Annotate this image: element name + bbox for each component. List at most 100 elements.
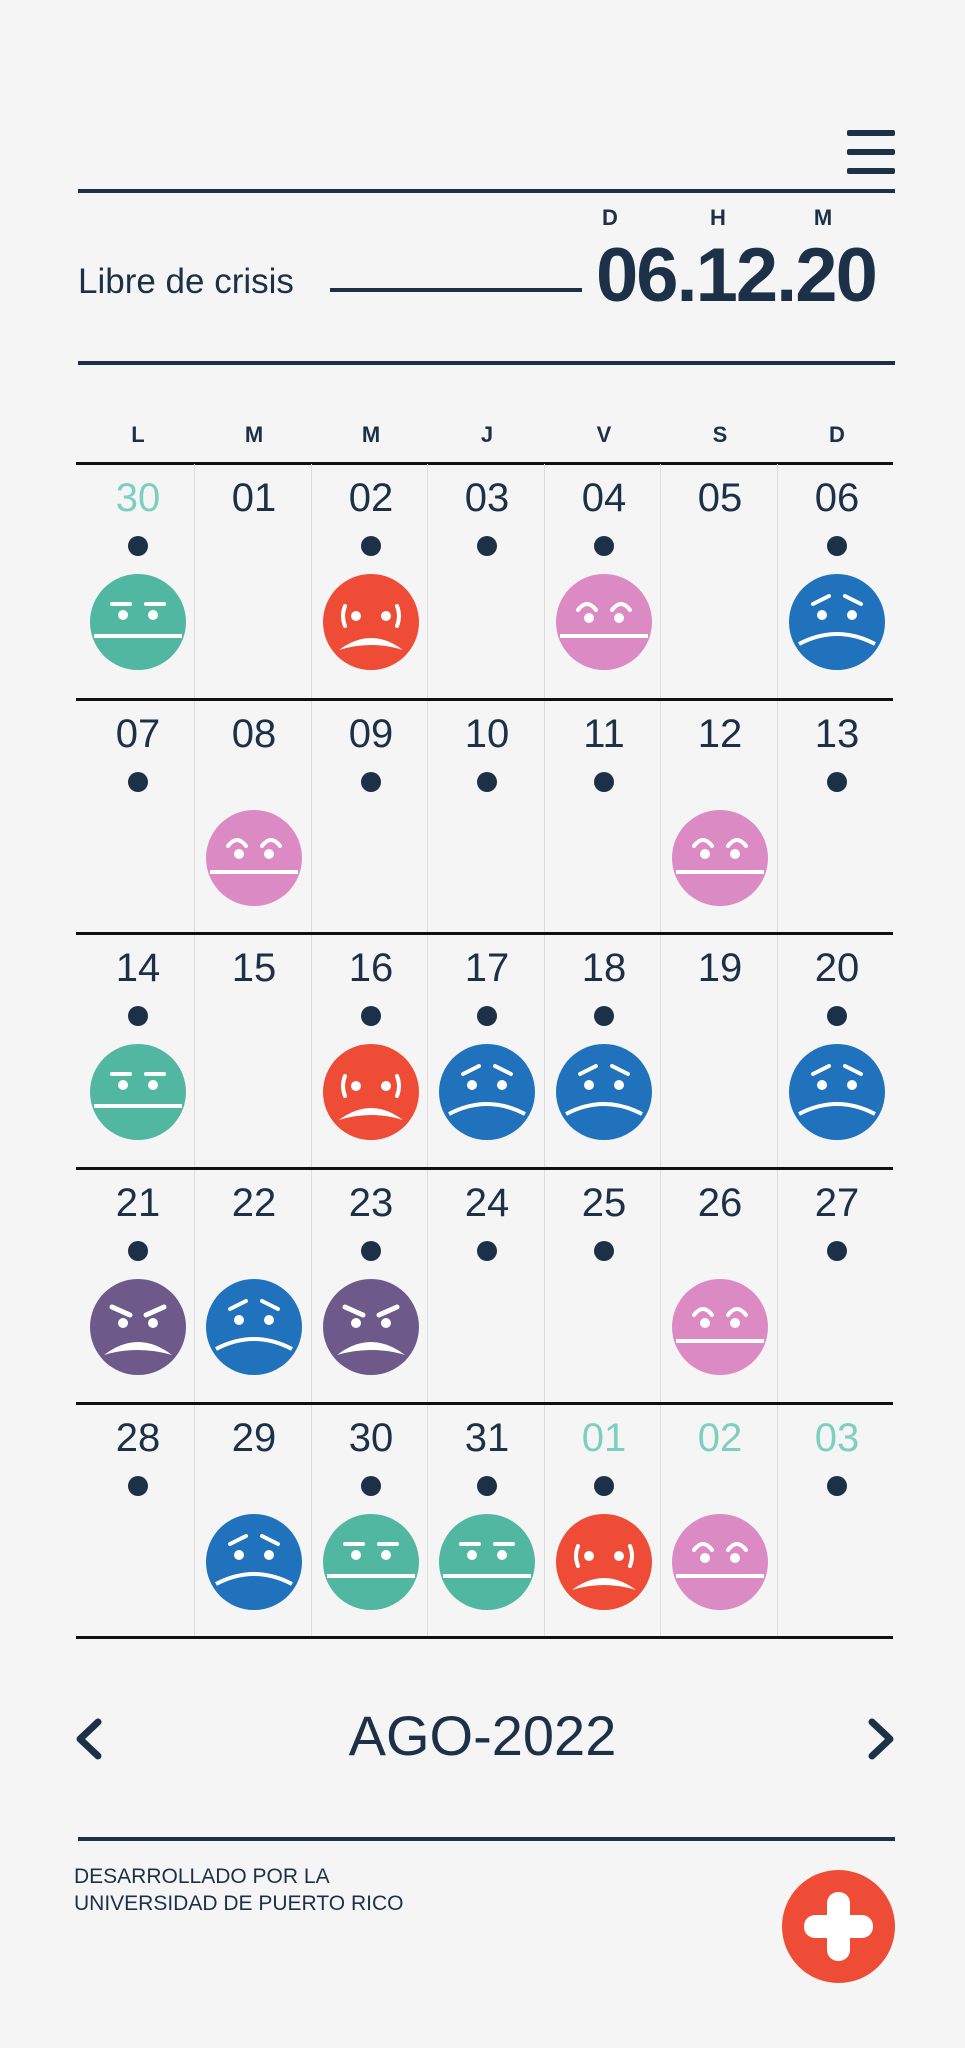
event-dot xyxy=(827,1006,847,1026)
calendar-day[interactable]: 05 xyxy=(662,478,778,518)
happy-face-icon[interactable] xyxy=(672,810,768,906)
calendar-day[interactable]: 13 xyxy=(779,714,895,754)
add-entry-button[interactable] xyxy=(782,1870,895,1983)
event-dot xyxy=(477,1476,497,1496)
calendar-day[interactable]: 02 xyxy=(313,478,429,518)
calendar-day[interactable]: 12 xyxy=(662,714,778,754)
sad-face-icon[interactable] xyxy=(439,1044,535,1140)
anxious-face-icon[interactable] xyxy=(323,574,419,670)
weekday-label: L xyxy=(131,422,145,447)
calendar-day[interactable]: 06 xyxy=(779,478,895,518)
hamburger-menu-icon[interactable] xyxy=(847,130,895,176)
event-dot xyxy=(361,1241,381,1261)
chevron-right-icon[interactable] xyxy=(860,1714,900,1764)
calendar-day[interactable]: 02 xyxy=(662,1418,778,1458)
event-dot xyxy=(477,1241,497,1261)
menu-bar xyxy=(847,130,895,136)
sad-face-icon[interactable] xyxy=(206,1514,302,1610)
happy-face-icon[interactable] xyxy=(672,1279,768,1375)
chevron-left-icon[interactable] xyxy=(70,1714,110,1764)
calendar-day[interactable]: 08 xyxy=(196,714,312,754)
sad-face-icon[interactable] xyxy=(206,1279,302,1375)
weekday-label: V xyxy=(596,422,612,447)
event-dot xyxy=(128,1241,148,1261)
calendar-day[interactable]: 17 xyxy=(429,948,545,988)
calendar-day[interactable]: 29 xyxy=(196,1418,312,1458)
grid-top-line xyxy=(76,462,893,465)
calendar-day[interactable]: 10 xyxy=(429,714,545,754)
event-dot xyxy=(594,1241,614,1261)
calendar-day[interactable]: 31 xyxy=(429,1418,545,1458)
event-dot xyxy=(361,1476,381,1496)
event-dot xyxy=(827,772,847,792)
event-dot xyxy=(827,1241,847,1261)
weekday-label: D xyxy=(829,422,845,447)
calendar-day[interactable]: 30 xyxy=(313,1418,429,1458)
calendar-day[interactable]: 11 xyxy=(546,714,662,754)
calendar-day[interactable]: 01 xyxy=(196,478,312,518)
calendar-day[interactable]: 23 xyxy=(313,1183,429,1223)
sad-face-icon[interactable] xyxy=(789,574,885,670)
developer-credit: DESARROLLADO POR LA UNIVERSIDAD DE PUERT… xyxy=(74,1863,403,1917)
grid-column-divider xyxy=(427,464,428,1636)
event-dot xyxy=(128,1006,148,1026)
calendar-day[interactable]: 16 xyxy=(313,948,429,988)
event-dot xyxy=(594,1006,614,1026)
happy-face-icon[interactable] xyxy=(672,1514,768,1610)
calendar-day[interactable]: 26 xyxy=(662,1183,778,1223)
grid-row-divider xyxy=(76,1167,893,1170)
header-divider xyxy=(78,189,895,193)
calendar-day[interactable]: 21 xyxy=(80,1183,196,1223)
grid-row-divider xyxy=(76,932,893,935)
anxious-face-icon[interactable] xyxy=(323,1044,419,1140)
weekday-label: M xyxy=(361,422,381,447)
credit-line: DESARROLLADO POR LA xyxy=(74,1865,330,1888)
grid-column-divider xyxy=(660,464,661,1636)
happy-face-icon[interactable] xyxy=(556,574,652,670)
neutral-face-icon[interactable] xyxy=(323,1514,419,1610)
neutral-face-icon[interactable] xyxy=(90,1044,186,1140)
calendar-day[interactable]: 22 xyxy=(196,1183,312,1223)
calendar-day[interactable]: 25 xyxy=(546,1183,662,1223)
grid-row-divider xyxy=(76,698,893,701)
event-dot xyxy=(361,772,381,792)
calendar-day[interactable]: 27 xyxy=(779,1183,895,1223)
anxious-face-icon[interactable] xyxy=(556,1514,652,1610)
calendar-day[interactable]: 20 xyxy=(779,948,895,988)
counter-divider xyxy=(78,361,895,365)
calendar-day[interactable]: 28 xyxy=(80,1418,196,1458)
calendar-day[interactable]: 30 xyxy=(80,478,196,518)
event-dot xyxy=(827,536,847,556)
calendar-day[interactable]: 14 xyxy=(80,948,196,988)
menu-bar xyxy=(847,168,895,174)
sad-face-icon[interactable] xyxy=(789,1044,885,1140)
month-label: AGO-2022 xyxy=(348,1704,617,1767)
grid-column-divider xyxy=(777,464,778,1636)
event-dot xyxy=(128,536,148,556)
calendar-day[interactable]: 03 xyxy=(429,478,545,518)
sad-face-icon[interactable] xyxy=(556,1044,652,1140)
calendar-day[interactable]: 01 xyxy=(546,1418,662,1458)
event-dot xyxy=(477,536,497,556)
crisis-free-label: Libre de crisis xyxy=(78,262,294,301)
event-dot xyxy=(128,772,148,792)
calendar-day[interactable]: 09 xyxy=(313,714,429,754)
menu-bar xyxy=(847,149,895,155)
event-dot xyxy=(128,1476,148,1496)
angry-face-icon[interactable] xyxy=(90,1279,186,1375)
calendar-day[interactable]: 04 xyxy=(546,478,662,518)
neutral-face-icon[interactable] xyxy=(90,574,186,670)
calendar-day[interactable]: 18 xyxy=(546,948,662,988)
counter-unit-minutes: M xyxy=(813,205,833,230)
grid-row-divider xyxy=(76,1402,893,1405)
calendar-day[interactable]: 19 xyxy=(662,948,778,988)
calendar-day[interactable]: 03 xyxy=(779,1418,895,1458)
grid-column-divider xyxy=(544,464,545,1636)
event-dot xyxy=(361,1006,381,1026)
calendar-day[interactable]: 07 xyxy=(80,714,196,754)
calendar-day[interactable]: 15 xyxy=(196,948,312,988)
angry-face-icon[interactable] xyxy=(323,1279,419,1375)
happy-face-icon[interactable] xyxy=(206,810,302,906)
neutral-face-icon[interactable] xyxy=(439,1514,535,1610)
calendar-day[interactable]: 24 xyxy=(429,1183,545,1223)
